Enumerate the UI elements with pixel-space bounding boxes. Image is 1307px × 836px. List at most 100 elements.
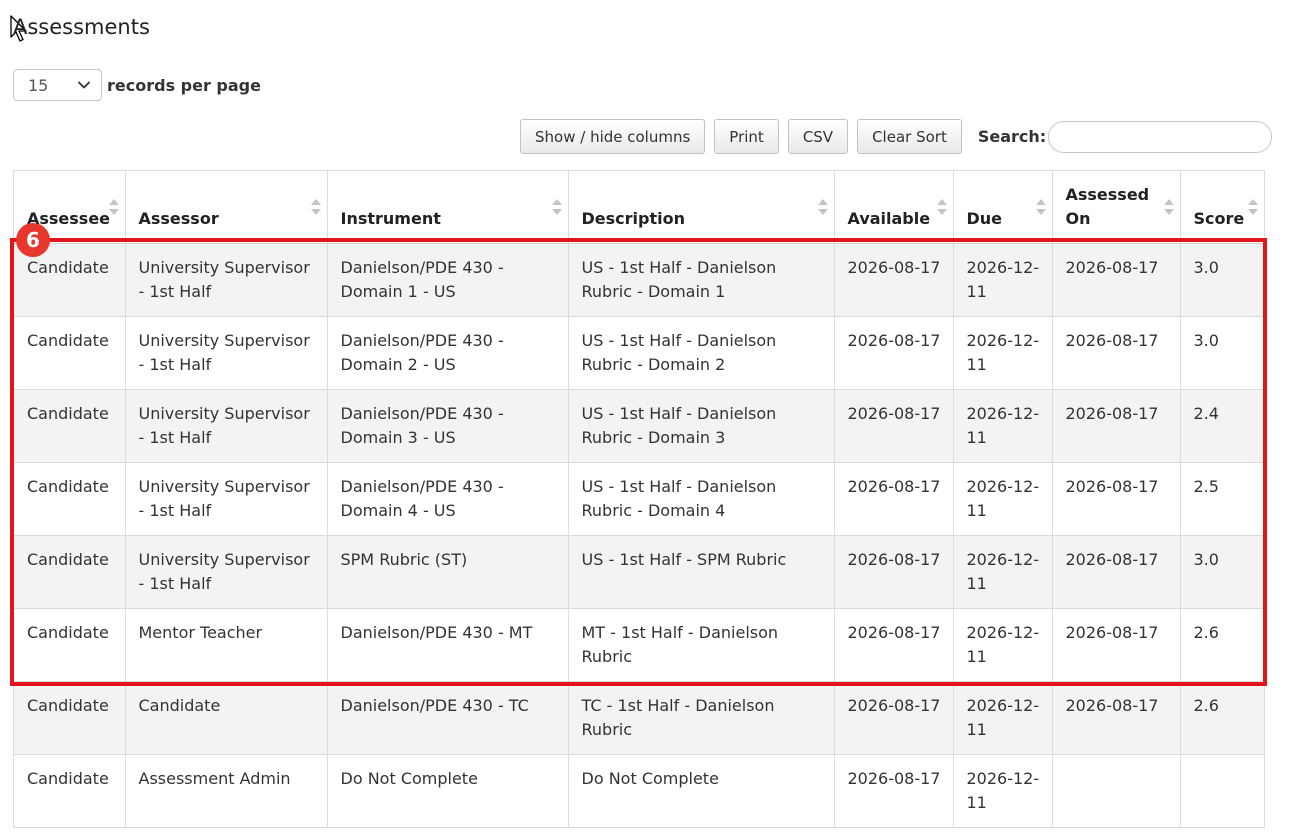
table-cell-due: 2026-12-11 (953, 681, 1053, 755)
table-row: Candidate Mentor Teacher Danielson/PDE 430… (14, 608, 1264, 682)
chevron-down-icon (78, 81, 90, 89)
table-cell-due: 2026-12-11 (953, 462, 1053, 536)
table-cell-available: 2026-08-17 (834, 608, 954, 682)
table-cell-description: MT - 1st Half - Danielson Rubric (568, 608, 835, 682)
table-cell-due: 2026-12-11 (953, 316, 1053, 390)
table-cell-instrument: Danielson/PDE 430 - MT (327, 608, 569, 682)
column-header-label: Available (847, 208, 931, 228)
table-cell-available: 2026-08-17 (834, 681, 954, 755)
table-cell-score (1180, 754, 1264, 827)
column-header-score[interactable]: Score (1180, 171, 1264, 244)
step-number-badge: 6 (16, 223, 50, 257)
table-cell-assessed-on: 2026-08-17 (1052, 462, 1181, 536)
table-row: Candidate Candidate Danielson/PDE 430 - TC… (14, 681, 1264, 755)
table-cell-description: Do Not Complete (568, 754, 835, 827)
table-cell-assessor: University Supervisor - 1st Half (125, 243, 328, 317)
column-header-due[interactable]: Due (953, 171, 1053, 244)
table-cell-score: 3.0 (1180, 316, 1264, 390)
table-cell-assessor: Assessment Admin (125, 754, 328, 827)
table-cell-description: US - 1st Half - Danielson Rubric - Domai… (568, 462, 835, 536)
table-cell-available: 2026-08-17 (834, 754, 954, 827)
csv-button[interactable]: CSV (787, 119, 849, 154)
table-cell-score: 2.5 (1180, 462, 1264, 536)
page-title: Assessments (13, 15, 150, 39)
records-per-page-control: 15 records per page (13, 69, 261, 101)
sort-arrows-icon (108, 199, 119, 215)
column-header-assessor[interactable]: Assessor (125, 171, 328, 244)
table-cell-assessee: Candidate (14, 608, 126, 682)
table-cell-assessed-on: 2026-08-17 (1052, 316, 1181, 390)
table-cell-assessor: University Supervisor - 1st Half (125, 316, 328, 390)
table-cell-available: 2026-08-17 (834, 389, 954, 463)
table-cell-assessee: Candidate (14, 316, 126, 390)
table-cell-assessee: Candidate (14, 754, 126, 827)
table-cell-score: 3.0 (1180, 535, 1264, 609)
table-cell-assessed-on: 2026-08-17 (1052, 608, 1181, 682)
table-cell-instrument: SPM Rubric (ST) (327, 535, 569, 609)
table-cell-assessee: Candidate (14, 462, 126, 536)
show-hide-columns-button[interactable]: Show / hide columns (520, 119, 706, 154)
column-header-label: Due (966, 208, 1003, 228)
table-cell-description: US - 1st Half - SPM Rubric (568, 535, 835, 609)
table-cell-available: 2026-08-17 (834, 535, 954, 609)
column-header-assessed-on[interactable]: Assessed On (1052, 171, 1181, 244)
table-cell-score: 3.0 (1180, 243, 1264, 317)
table-cell-assessed-on (1052, 754, 1181, 827)
table-cell-due: 2026-12-11 (953, 243, 1053, 317)
table-cell-score: 2.6 (1180, 608, 1264, 682)
records-per-page-value: 15 (28, 75, 49, 95)
table-cell-score: 2.6 (1180, 681, 1264, 755)
table-cell-due: 2026-12-11 (953, 389, 1053, 463)
sort-arrows-icon (817, 199, 828, 215)
table-cell-instrument: Danielson/PDE 430 - TC (327, 681, 569, 755)
column-header-instrument[interactable]: Instrument (327, 171, 569, 244)
table-cell-assessed-on: 2026-08-17 (1052, 389, 1181, 463)
sort-arrows-icon (1035, 199, 1046, 215)
table-row: Candidate Assessment Admin Do Not Complete… (14, 754, 1264, 827)
table-cell-assessor: University Supervisor - 1st Half (125, 389, 328, 463)
table-cell-assessed-on: 2026-08-17 (1052, 681, 1181, 755)
table-cell-assessee: Candidate (14, 681, 126, 755)
column-header-label: Score (1193, 208, 1245, 228)
table-cell-assessor: University Supervisor - 1st Half (125, 535, 328, 609)
search-label: Search: (977, 127, 1047, 146)
table-header-row: Assessee Assessor Instrument Description Ava… (14, 171, 1264, 244)
table-row: Candidate University Supervisor - 1st Hal… (14, 389, 1264, 463)
sort-arrows-icon (1248, 199, 1258, 215)
table-cell-due: 2026-12-11 (953, 535, 1053, 609)
table-cell-due: 2026-12-11 (953, 608, 1053, 682)
table-row: Candidate University Supervisor - 1st Hal… (14, 462, 1264, 536)
column-header-label: Instrument (340, 208, 441, 228)
table-cell-instrument: Danielson/PDE 430 - Domain 2 - US (327, 316, 569, 390)
table-cell-assessor: Candidate (125, 681, 328, 755)
table-cell-description: TC - 1st Half - Danielson Rubric (568, 681, 835, 755)
column-header-label: Assessed On (1065, 184, 1150, 228)
search-input[interactable] (1048, 120, 1273, 153)
table-cell-assessee: Candidate (14, 389, 126, 463)
column-header-description[interactable]: Description (568, 171, 835, 244)
column-header-label: Description (581, 208, 685, 228)
table-row: Candidate University Supervisor - 1st Hal… (14, 243, 1264, 317)
table-toolbar: Show / hide columns Print CSV Clear Sort… (520, 119, 1273, 154)
clear-sort-button[interactable]: Clear Sort (857, 119, 962, 154)
table-cell-assessor: University Supervisor - 1st Half (125, 462, 328, 536)
table-row: Candidate University Supervisor - 1st Hal… (14, 316, 1264, 390)
records-per-page-label: records per page (107, 75, 261, 95)
table-cell-instrument: Danielson/PDE 430 - Domain 4 - US (327, 462, 569, 536)
sort-arrows-icon (310, 199, 321, 215)
column-header-available[interactable]: Available (834, 171, 954, 244)
table-cell-description: US - 1st Half - Danielson Rubric - Domai… (568, 243, 835, 317)
sort-arrows-icon (551, 199, 562, 215)
table-cell-due: 2026-12-11 (953, 754, 1053, 827)
table-body: Candidate University Supervisor - 1st Hal… (14, 243, 1264, 827)
column-header-label: Assessor (138, 208, 219, 228)
sort-arrows-icon (1163, 199, 1174, 215)
table-cell-available: 2026-08-17 (834, 316, 954, 390)
table-cell-available: 2026-08-17 (834, 243, 954, 317)
records-per-page-select[interactable]: 15 (13, 69, 102, 101)
sort-arrows-icon (936, 199, 947, 215)
print-button[interactable]: Print (714, 119, 779, 154)
table-cell-instrument: Danielson/PDE 430 - Domain 1 - US (327, 243, 569, 317)
table-cell-assessor: Mentor Teacher (125, 608, 328, 682)
table-cell-assessee: Candidate (14, 535, 126, 609)
